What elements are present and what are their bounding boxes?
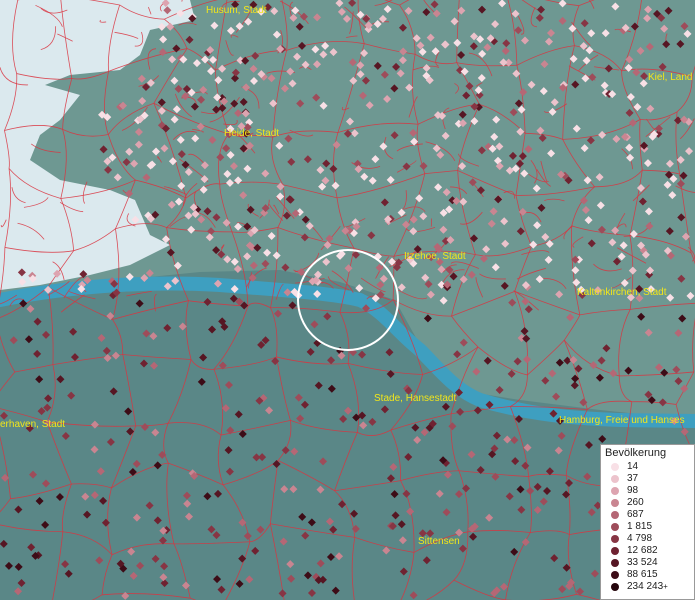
place-label-kaltenkirchen: Kaltenkirchen, Stadt: [577, 287, 667, 298]
legend-swatch: [611, 571, 619, 579]
legend-entry: 12 682: [601, 545, 694, 557]
place-label-bremerhaven: erhaven, Stadt: [0, 419, 65, 430]
legend-value: 88 615: [627, 569, 658, 580]
legend-swatch: [611, 475, 619, 483]
legend-value: 12 682: [627, 545, 658, 556]
legend-entry: 687: [601, 509, 694, 521]
legend-swatch: [611, 535, 619, 543]
legend-entry: 234 243 +: [601, 581, 694, 593]
legend-entry: 98: [601, 485, 694, 497]
legend-entry: 37: [601, 473, 694, 485]
legend-value: 1 815: [627, 521, 653, 532]
legend-value: 687: [627, 509, 644, 520]
place-label-kiel: Kiel, Land: [648, 72, 692, 83]
place-label-itzehoe: Itzehoe, Stadt: [404, 251, 466, 262]
legend-rows: 14 37 98 260 687 1 815 4 798 12 682 33 524 88 615…: [601, 461, 694, 593]
legend-title: Bevölkerung: [605, 447, 667, 459]
legend-entry: 14: [601, 461, 694, 473]
legend-swatch: [611, 547, 619, 555]
legend-value: 234 243: [627, 581, 664, 592]
legend-entry: 260: [601, 497, 694, 509]
legend-entry: 1 815: [601, 521, 694, 533]
legend-swatch: [611, 511, 619, 519]
legend-value: 14: [627, 461, 639, 472]
legend-swatch: [611, 583, 619, 591]
legend-value: 98: [627, 485, 639, 496]
legend-swatch: [611, 523, 619, 531]
legend-suffix: +: [663, 582, 668, 591]
map-canvas[interactable]: Husum, Stadt Kiel, Land Heide, Stadt Itzeho…: [0, 0, 695, 600]
legend-value: 4 798: [627, 533, 653, 544]
legend-entry: 88 615: [601, 569, 694, 581]
place-label-stade: Stade, Hansestadt: [374, 393, 456, 404]
legend-swatch: [611, 463, 619, 471]
legend-swatch: [611, 559, 619, 567]
legend-entry: 33 524: [601, 557, 694, 569]
legend-swatch: [611, 487, 619, 495]
legend-value: 37: [627, 473, 639, 484]
population-legend: Bevölkerung 14 37 98 260 687 1 815 4 798 12 682…: [600, 444, 695, 600]
place-label-husum: Husum, Stadt: [206, 5, 267, 16]
legend-swatch: [611, 499, 619, 507]
place-label-heide: Heide, Stadt: [224, 128, 279, 139]
place-label-hamburg: Hamburg, Freie und Hanses: [559, 415, 685, 426]
legend-value: 260: [627, 497, 644, 508]
place-label-sittensen: Sittensen: [418, 536, 460, 547]
legend-entry: 4 798: [601, 533, 694, 545]
legend-value: 33 524: [627, 557, 658, 568]
